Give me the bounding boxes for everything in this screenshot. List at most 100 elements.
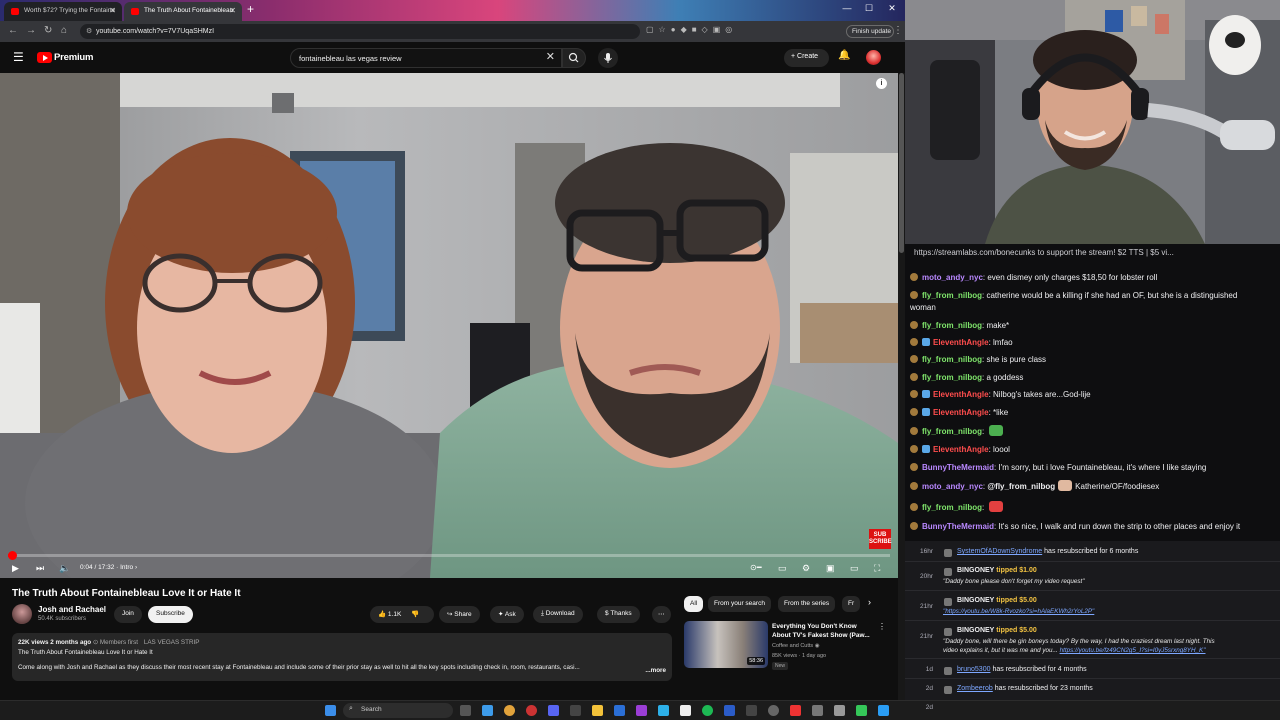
hamburger-menu-icon[interactable]: ☰	[13, 50, 24, 64]
chapter-label[interactable]: Intro	[120, 564, 133, 571]
description-box[interactable]: 22K views 2 months ago ⊙ Members first L…	[12, 633, 672, 681]
join-button[interactable]: Join	[114, 606, 142, 623]
chat-username[interactable]: moto_andy_nyc	[922, 273, 983, 282]
close-tab-icon[interactable]: ✕	[109, 6, 116, 15]
thanks-button[interactable]: $ Thanks	[597, 606, 640, 623]
minimize-icon[interactable]: —	[840, 3, 854, 13]
terminal-icon[interactable]	[570, 705, 581, 716]
chrome-icon[interactable]	[504, 705, 515, 716]
chat-username[interactable]: BunnyTheMermaid	[922, 463, 994, 472]
site-info-icon[interactable]: ⚙	[86, 27, 92, 35]
reload-icon[interactable]: ↻	[44, 25, 52, 36]
discord-icon[interactable]	[548, 705, 559, 716]
chat-username[interactable]: fly_from_nilbog	[922, 373, 982, 382]
chat-username[interactable]: fly_from_nilbog	[922, 321, 982, 330]
recommendation-channel[interactable]: Coffee and Cutts ◉	[772, 643, 820, 649]
subtitles-icon[interactable]: ▭	[778, 563, 787, 574]
home-icon[interactable]: ⌂	[61, 25, 67, 36]
task-view-icon[interactable]	[460, 705, 471, 716]
channel-avatar[interactable]	[12, 604, 32, 624]
edge-icon[interactable]	[482, 705, 493, 716]
app-icon[interactable]	[856, 705, 867, 716]
recommendation-title[interactable]: Everything You Don't Know About TV's Fak…	[772, 622, 872, 640]
tip-video-link[interactable]: "https://youtu.be/W8k-Rvozko?si=hAlaEKWh…	[943, 608, 1094, 615]
video-info-icon[interactable]: i	[876, 78, 887, 89]
chip-from-the-series[interactable]: From the series	[778, 596, 836, 612]
dislike-icon[interactable]: 👎	[411, 611, 419, 618]
spotify-icon[interactable]	[702, 705, 713, 716]
chat-username[interactable]: EleventhAngle	[933, 408, 989, 417]
search-input[interactable]: fontainebleau las vegas review ✕	[290, 48, 562, 68]
volume-icon[interactable]: 🔈	[59, 563, 70, 574]
chip-more[interactable]: Fr	[842, 596, 860, 612]
hashtag-link[interactable]: LAS VEGAS STRIP	[144, 639, 200, 646]
chat-username[interactable]: BunnyTheMermaid	[922, 522, 994, 531]
theater-mode-icon[interactable]: ▭	[850, 563, 859, 574]
chat-mention[interactable]: @fly_from_nilbog	[987, 482, 1055, 491]
autoplay-toggle[interactable]: ⊙━	[750, 563, 762, 572]
voice-search-button[interactable]	[598, 48, 618, 68]
app-icon[interactable]	[878, 705, 889, 716]
recommendation-menu-icon[interactable]: ⋮	[878, 622, 886, 631]
tab-worth-72[interactable]: Worth $72? Trying the Fontaine ✕	[4, 2, 122, 21]
chip-from-your-search[interactable]: From your search	[708, 596, 771, 612]
app-icon[interactable]	[680, 705, 691, 716]
browser-menu-icon[interactable]: ⋮	[893, 25, 903, 36]
page-scrollbar[interactable]	[898, 73, 905, 700]
app-icon[interactable]	[724, 705, 735, 716]
app-icon[interactable]	[768, 705, 779, 716]
progress-scrubber[interactable]	[7, 551, 17, 560]
show-more-link[interactable]: ...more	[645, 666, 666, 676]
event-username[interactable]: bruno5300	[957, 666, 990, 673]
ask-button[interactable]: ✦ Ask	[490, 606, 524, 623]
chat-username[interactable]: EleventhAngle	[933, 390, 989, 399]
event-username[interactable]: BINGONEY	[957, 627, 994, 634]
obs-icon[interactable]	[746, 705, 757, 716]
subscribe-button[interactable]: Subscribe	[148, 606, 193, 623]
scrollbar-thumb[interactable]	[899, 73, 904, 253]
clear-search-icon[interactable]: ✕	[546, 50, 555, 63]
finish-update-button[interactable]: Finish update	[846, 25, 894, 38]
chat-username[interactable]: fly_from_nilbog	[922, 355, 982, 364]
video-player[interactable]	[0, 73, 898, 578]
share-button[interactable]: ↪ Share	[439, 606, 480, 623]
chat-username[interactable]: fly_from_nilbog	[922, 427, 982, 436]
app-icon[interactable]	[636, 705, 647, 716]
chrome-profile-icon[interactable]	[526, 705, 537, 716]
notifications-bell-icon[interactable]: 🔔	[838, 50, 850, 61]
store-icon[interactable]	[614, 705, 625, 716]
windows-start-icon[interactable]	[325, 705, 336, 716]
event-username[interactable]: SystemOfADownSyndrome	[957, 548, 1042, 555]
account-avatar[interactable]	[866, 50, 881, 65]
settings-gear-icon[interactable]: ⚙	[802, 563, 810, 574]
like-count[interactable]: 1.1K	[388, 611, 401, 618]
new-tab-icon[interactable]: +	[247, 2, 254, 16]
play-icon[interactable]: ▶	[12, 563, 19, 574]
progress-bar[interactable]	[7, 551, 890, 560]
chat-username[interactable]: EleventhAngle	[933, 338, 989, 347]
more-actions-icon[interactable]: ⋯	[652, 606, 671, 623]
search-button[interactable]	[562, 48, 586, 68]
chip-all[interactable]: All	[684, 596, 704, 612]
close-window-icon[interactable]: ✕	[885, 3, 899, 14]
like-icon[interactable]: 👍	[378, 611, 388, 618]
chips-next-icon[interactable]: ›	[868, 597, 871, 607]
channel-name[interactable]: Josh and Rachael	[38, 605, 106, 614]
recommendation-thumbnail[interactable]: 58:36	[684, 621, 768, 668]
next-video-icon[interactable]: ⏭	[36, 563, 44, 574]
event-username[interactable]: BINGONEY	[957, 567, 994, 574]
tip-video-link[interactable]: https://youtu.be/fz49CN2g5_I?si=I0yJ5srx…	[1060, 647, 1206, 654]
subscribe-watermark[interactable]: SUB SCRIBE	[869, 529, 892, 549]
event-username[interactable]: BINGONEY	[957, 597, 994, 604]
maximize-icon[interactable]: ☐	[862, 3, 876, 14]
file-explorer-icon[interactable]	[592, 705, 603, 716]
chat-username[interactable]: fly_from_nilbog	[922, 503, 982, 512]
close-tab-icon[interactable]: ✕	[229, 6, 236, 15]
miniplayer-icon[interactable]: ▣	[826, 563, 835, 574]
event-username[interactable]: Zombeerob	[957, 685, 993, 692]
create-button[interactable]: + Create	[784, 49, 829, 67]
youtube-premium-logo[interactable]: Premium	[37, 51, 93, 65]
app-icon[interactable]	[790, 705, 801, 716]
app-icon[interactable]	[658, 705, 669, 716]
chat-username[interactable]: moto_andy_nyc	[922, 482, 983, 491]
